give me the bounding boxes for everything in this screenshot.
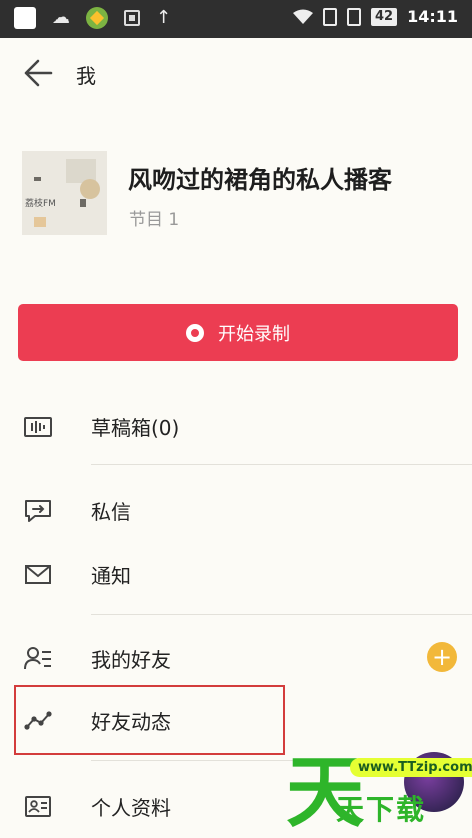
app-header: 我 — [0, 38, 472, 108]
status-bar: ☁ ↑ 42 14:11 — [0, 0, 472, 38]
watermark-text: 天下载 — [336, 793, 427, 826]
id-card-icon — [22, 790, 54, 822]
sim-card-2-icon — [346, 7, 361, 26]
status-bar-notifications: ☁ ↑ — [14, 7, 171, 29]
menu-label-drafts: 草稿箱(0) — [91, 416, 180, 440]
upload-arrow-icon: ↑ — [156, 7, 172, 28]
notification-app-icon — [14, 7, 36, 29]
chat-icon — [22, 494, 54, 526]
screenshot-icon — [124, 10, 140, 26]
start-recording-button[interactable]: 开始录制 — [18, 304, 458, 361]
menu-label-profile: 个人资料 — [91, 796, 171, 820]
menu-label-notifications: 通知 — [91, 564, 131, 588]
menu-item-friends[interactable]: 我的好友 — [0, 628, 472, 688]
wifi-icon — [292, 9, 313, 25]
podcast-cover-image[interactable]: 荔枝FM — [22, 151, 107, 235]
divider — [91, 614, 472, 615]
battery-indicator: 42 — [370, 7, 398, 26]
menu-item-notifications[interactable]: 通知 — [0, 544, 472, 604]
back-arrow-icon[interactable] — [22, 58, 54, 88]
podcast-name[interactable]: 风吻过的裙角的私人播客 — [128, 160, 392, 195]
sim-card-icon — [322, 7, 337, 26]
clock: 14:11 — [407, 7, 458, 26]
menu-item-drafts[interactable]: 草稿箱(0) — [0, 396, 472, 456]
divider — [91, 464, 472, 465]
page-title: 我 — [76, 64, 96, 88]
friends-list-icon — [22, 642, 54, 674]
waveform-box-icon — [22, 410, 54, 442]
site-watermark: 天 www.TTzip.com 天下载 — [284, 748, 472, 838]
watermark-url: www.TTzip.com — [350, 758, 472, 777]
menu-label-friends: 我的好友 — [91, 648, 171, 672]
activity-line-icon — [22, 704, 54, 736]
menu-item-friend-activity[interactable]: 好友动态 — [0, 690, 472, 750]
cover-logo-text: 荔枝FM — [25, 199, 56, 209]
cloud-icon: ☁ — [52, 7, 70, 28]
start-recording-label: 开始录制 — [218, 323, 290, 345]
status-bar-system: 42 14:11 — [292, 7, 458, 26]
podcast-episode-count[interactable]: 节目 1 — [129, 205, 179, 230]
menu-label-friend-activity: 好友动态 — [91, 710, 171, 734]
menu-label-messages: 私信 — [91, 500, 131, 524]
envelope-icon — [22, 558, 54, 590]
record-icon — [186, 323, 204, 342]
add-friend-button[interactable]: + — [427, 642, 457, 672]
menu-item-messages[interactable]: 私信 — [0, 480, 472, 540]
app-notification-icon — [86, 7, 108, 29]
